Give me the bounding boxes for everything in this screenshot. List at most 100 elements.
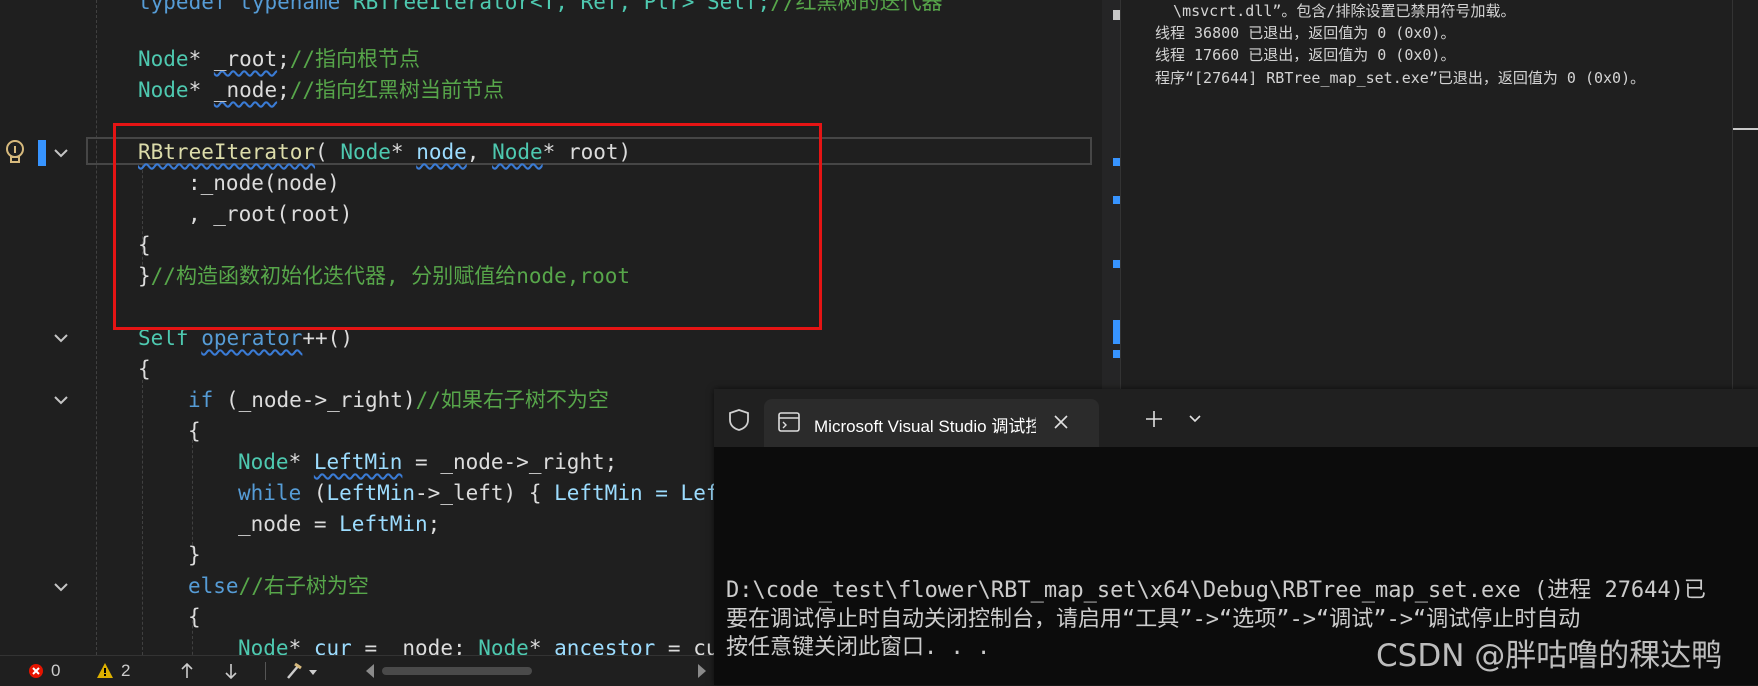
scroll-marker xyxy=(1113,350,1120,358)
warning-count[interactable]: 2 xyxy=(121,661,130,681)
type-name: Node xyxy=(492,140,543,164)
chevron-down-icon[interactable] xyxy=(50,327,72,349)
scroll-right-icon[interactable] xyxy=(697,663,707,679)
arrow-down-icon[interactable] xyxy=(224,663,238,679)
console-icon xyxy=(778,412,800,432)
code-text: ; xyxy=(427,512,441,536)
type-name: Node xyxy=(138,47,189,71)
chevron-down-icon[interactable] xyxy=(50,576,72,598)
code-text: (_node->_right) xyxy=(213,388,416,412)
watermark: CSDN @胖咕噜的稞达鸭 xyxy=(1376,638,1723,674)
code-line[interactable]: while (LeftMin->_left) { LeftMin = Left xyxy=(238,477,731,509)
code-text: ( xyxy=(301,481,327,505)
code-comment: //红黑树的迭代器 xyxy=(770,0,943,14)
scroll-thumb[interactable] xyxy=(1733,128,1758,130)
code-line[interactable]: Node* _node;//指向红黑树当前节点 xyxy=(138,74,504,106)
code-cleanup-icon[interactable] xyxy=(285,661,319,681)
code-comment: //右子树为空 xyxy=(238,574,369,598)
output-pane[interactable]: \msvcrt.dll”。包含/排除设置已禁用符号加载。 线程 36800 已退… xyxy=(1120,0,1758,390)
scroll-marker xyxy=(1113,158,1120,166)
arrow-up-icon[interactable] xyxy=(180,663,194,679)
indent-guide xyxy=(96,0,97,660)
close-icon[interactable] xyxy=(1053,414,1069,430)
code-comment: //指向红黑树当前节点 xyxy=(289,78,505,102)
output-line: \msvcrt.dll”。包含/排除设置已禁用符号加载。 xyxy=(1155,2,1516,20)
variable-name: LeftMin xyxy=(339,512,428,536)
variable-name: LeftMin xyxy=(313,450,403,474)
output-scrollbar[interactable] xyxy=(1732,0,1758,390)
code-line[interactable]: } xyxy=(188,539,201,571)
code-text: } xyxy=(138,264,151,288)
member-name: _node xyxy=(213,78,278,102)
indent-guide xyxy=(142,380,143,660)
code-text: ++() xyxy=(302,326,353,350)
keyword: while xyxy=(238,481,302,505)
code-line[interactable]: else//右子树为空 xyxy=(188,570,369,602)
chevron-down-icon[interactable] xyxy=(1188,413,1202,425)
code-line[interactable]: if (_node->_right)//如果右子树不为空 xyxy=(188,384,609,416)
code-text: RBTreeIterator<T, Ref, Ptr> Self; xyxy=(340,0,771,14)
code-comment: //构造函数初始化迭代器, 分别赋值给node,root xyxy=(150,264,631,288)
code-text: ; xyxy=(277,47,290,71)
scroll-marker xyxy=(1113,260,1120,268)
warning-icon[interactable] xyxy=(96,662,114,679)
function-name: RBtreeIterator xyxy=(138,140,316,164)
code-text: = _node->_right; xyxy=(402,450,618,474)
code-line[interactable]: { xyxy=(188,415,201,447)
code-line[interactable]: { xyxy=(188,601,201,633)
console-tab-bar: Microsoft Visual Studio 调试控 xyxy=(714,389,1758,447)
variable-name: LeftMin xyxy=(554,481,643,505)
code-text: ) xyxy=(618,140,632,164)
code-line[interactable]: { xyxy=(138,229,151,261)
type-name: Node xyxy=(238,450,289,474)
code-text: , xyxy=(466,140,493,164)
change-marker xyxy=(38,140,46,166)
code-line[interactable]: _node = LeftMin; xyxy=(238,508,440,540)
type-name: Self xyxy=(138,326,189,350)
code-text: * xyxy=(288,450,314,474)
keyword: typename xyxy=(239,0,341,14)
keyword: if xyxy=(188,388,214,412)
code-text: _node = xyxy=(238,512,340,536)
code-line[interactable]: { xyxy=(138,353,151,385)
type-name: Node xyxy=(138,78,189,102)
keyword: typedef xyxy=(138,0,227,14)
code-text: ->_left) { xyxy=(415,481,555,505)
console-line: 按任意键关闭此窗口. . . xyxy=(726,635,991,660)
code-text: * xyxy=(542,140,568,164)
shield-icon[interactable] xyxy=(728,408,750,432)
error-count[interactable]: 0 xyxy=(51,661,60,681)
code-line[interactable]: , _root(root) xyxy=(188,198,352,230)
code-line[interactable]: typedef typename RBTreeIterator<T, Ref, … xyxy=(138,0,943,18)
plus-icon[interactable] xyxy=(1145,410,1163,428)
console-line: D:\code_test\flower\RBT_map_set\x64\Debu… xyxy=(726,578,1706,603)
code-line[interactable]: Node* _root;//指向根节点 xyxy=(138,43,420,75)
type-name: Node xyxy=(340,140,391,164)
code-text: ; xyxy=(277,78,290,102)
horizontal-scrollbar-thumb[interactable] xyxy=(382,667,532,675)
scroll-marker xyxy=(1113,320,1120,344)
code-line[interactable]: Node* LeftMin = _node->_right; xyxy=(238,446,617,478)
lightbulb-icon[interactable] xyxy=(3,138,27,168)
code-text: * xyxy=(188,78,214,102)
chevron-down-icon[interactable] xyxy=(50,389,72,411)
code-line[interactable]: :_node(node) xyxy=(188,167,340,199)
editor-gutter xyxy=(0,0,90,660)
code-line[interactable]: Self operator++() xyxy=(138,322,353,354)
param-name: root xyxy=(567,140,619,164)
code-text: ( xyxy=(315,140,341,164)
code-line[interactable]: }//构造函数初始化迭代器, 分别赋值给node,root xyxy=(138,260,630,292)
console-tab[interactable]: Microsoft Visual Studio 调试控 xyxy=(764,399,1099,447)
variable-name: LeftMin xyxy=(326,481,416,505)
code-comment: //如果右子树不为空 xyxy=(415,388,609,412)
chevron-down-icon[interactable] xyxy=(50,142,72,164)
editor-status-bar: 0 2 xyxy=(0,655,715,686)
scroll-left-icon[interactable] xyxy=(365,663,375,679)
separator xyxy=(265,662,266,680)
error-icon[interactable] xyxy=(28,663,44,679)
code-text: * xyxy=(390,140,417,164)
keyword: else xyxy=(188,574,239,598)
code-text: * xyxy=(188,47,214,71)
code-line[interactable]: RBtreeIterator( Node* node, Node* root) xyxy=(138,136,631,168)
param-name: node xyxy=(416,140,467,164)
